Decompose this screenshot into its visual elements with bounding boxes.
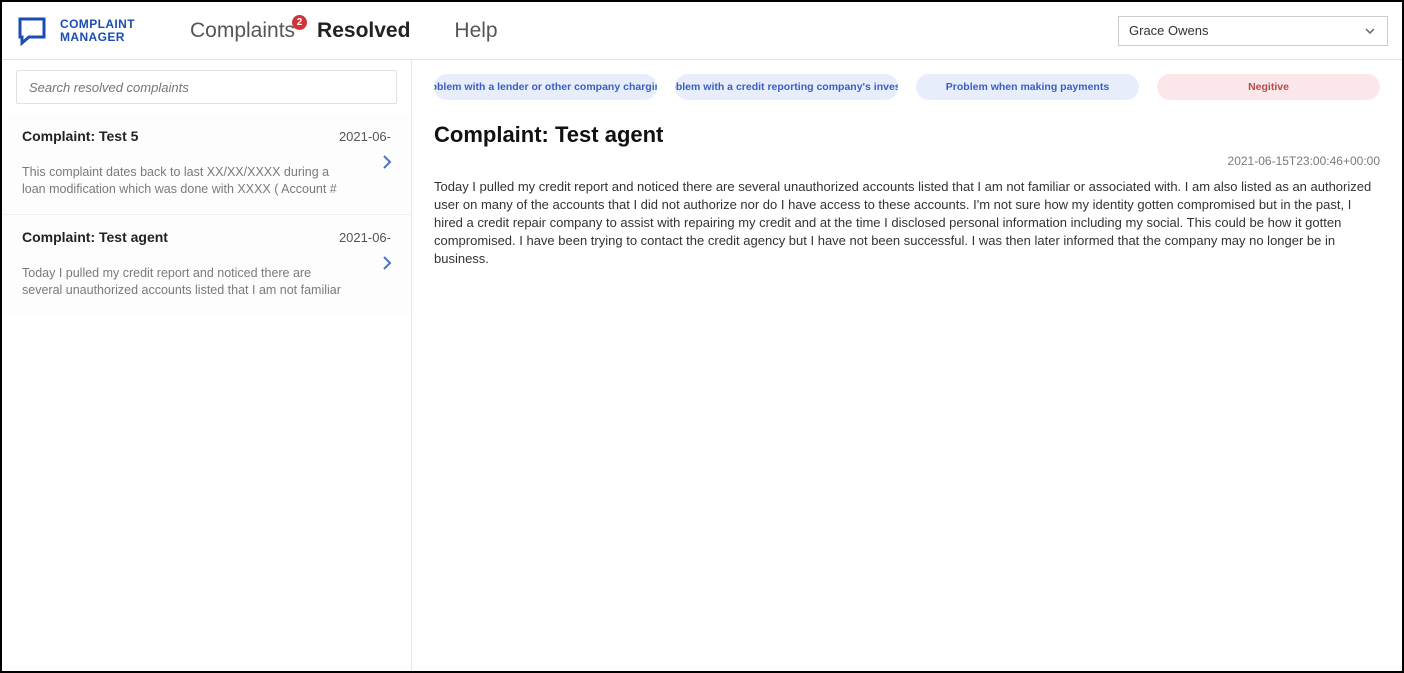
list-item-date: 2021-06- [339, 129, 391, 144]
list-item[interactable]: Complaint: Test 5 2021-06- This complain… [2, 114, 411, 214]
chevron-right-icon [379, 154, 395, 175]
brand-line2: MANAGER [60, 31, 135, 44]
complaint-list: Complaint: Test 5 2021-06- This complain… [2, 114, 411, 315]
tag-pill[interactable]: Problem when making payments [916, 74, 1139, 100]
user-dropdown[interactable]: Grace Owens [1118, 16, 1388, 46]
complaint-title: Complaint: Test agent [434, 122, 1380, 148]
chevron-right-icon [379, 255, 395, 276]
brand: COMPLAINT MANAGER [16, 14, 186, 48]
header-bar: COMPLAINT MANAGER Complaints 2 Resolved … [2, 2, 1402, 60]
nav-help[interactable]: Help [454, 19, 497, 43]
tag-pill[interactable]: Problem with a credit reporting company'… [675, 74, 898, 100]
list-item-title: Complaint: Test agent [22, 229, 339, 245]
app-frame: COMPLAINT MANAGER Complaints 2 Resolved … [0, 0, 1404, 673]
brand-text: COMPLAINT MANAGER [60, 18, 135, 44]
complaint-body: Today I pulled my credit report and noti… [434, 178, 1380, 268]
complaints-badge: 2 [292, 15, 307, 30]
tag-row: Problem with a lender or other company c… [434, 74, 1380, 100]
list-item-date: 2021-06- [339, 230, 391, 245]
list-item-preview: Today I pulled my credit report and noti… [22, 265, 342, 299]
tag-pill[interactable]: Problem with a lender or other company c… [434, 74, 657, 100]
list-item-title: Complaint: Test 5 [22, 128, 339, 144]
search-wrap [2, 60, 411, 114]
chat-bubble-icon [16, 14, 50, 48]
nav-complaints[interactable]: Complaints 2 [190, 19, 295, 43]
list-item-preview: This complaint dates back to last XX/XX/… [22, 164, 342, 198]
search-input[interactable] [16, 70, 397, 104]
top-nav: Complaints 2 Resolved [190, 19, 410, 43]
list-item[interactable]: Complaint: Test agent 2021-06- Today I p… [2, 214, 411, 315]
body: Complaint: Test 5 2021-06- This complain… [2, 60, 1402, 671]
sidebar: Complaint: Test 5 2021-06- This complain… [2, 60, 412, 671]
user-name: Grace Owens [1129, 23, 1208, 38]
nav-complaints-label: Complaints [190, 19, 295, 42]
sentiment-pill-negative[interactable]: Negitive [1157, 74, 1380, 100]
complaint-timestamp: 2021-06-15T23:00:46+00:00 [434, 154, 1380, 168]
chevron-down-icon [1363, 24, 1377, 38]
main-panel: Problem with a lender or other company c… [412, 60, 1402, 671]
brand-line1: COMPLAINT [60, 18, 135, 31]
nav-resolved[interactable]: Resolved [317, 19, 410, 43]
